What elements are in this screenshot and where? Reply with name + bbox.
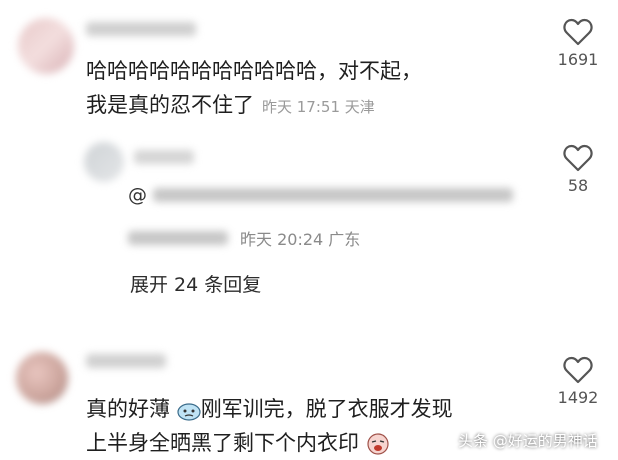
watermark: 头条 @好运的男神话 bbox=[458, 432, 598, 450]
reply-meta-line: 昨天 20:24 广东 bbox=[128, 226, 360, 250]
heart-outline-icon bbox=[563, 18, 593, 46]
like-button[interactable]: 58 bbox=[548, 144, 608, 195]
like-count: 58 bbox=[567, 176, 589, 195]
comment-meta: 昨天 20:24 广东 bbox=[240, 230, 361, 249]
comment-line-text: 上半身全晒黑了剩下个内衣印 bbox=[86, 431, 359, 455]
mention-text bbox=[128, 231, 228, 245]
crying-emoji-icon bbox=[367, 433, 389, 455]
comment-text: 哈哈哈哈哈哈哈哈哈哈哈，对不起， 我是真的忍不住了 昨天 17:51 天津 bbox=[86, 54, 422, 124]
mention-symbol: @ bbox=[128, 184, 147, 206]
comment-line: 上半身全晒黑了剩下个内衣印 bbox=[86, 426, 453, 460]
reply-mention-line: @ bbox=[128, 184, 513, 206]
like-count: 1691 bbox=[557, 50, 599, 69]
comment-line: 哈哈哈哈哈哈哈哈哈哈哈，对不起， bbox=[86, 59, 422, 83]
comment-line: 我是真的忍不住了 昨天 17:51 天津 bbox=[86, 88, 422, 124]
sweat-emoji-icon bbox=[177, 403, 201, 421]
comment-line: 真的好薄 刚军训完，脱了衣服才发现 bbox=[86, 392, 453, 426]
username[interactable] bbox=[86, 354, 166, 368]
mention-text bbox=[153, 188, 513, 202]
like-button[interactable]: 1492 bbox=[548, 356, 608, 407]
avatar[interactable] bbox=[16, 352, 68, 404]
like-count: 1492 bbox=[557, 388, 599, 407]
avatar[interactable] bbox=[18, 18, 74, 74]
comment-meta: 昨天 17:51 天津 bbox=[262, 98, 375, 116]
heart-outline-icon bbox=[563, 144, 593, 172]
username[interactable] bbox=[86, 22, 196, 36]
like-button[interactable]: 1691 bbox=[548, 18, 608, 69]
heart-outline-icon bbox=[563, 356, 593, 384]
comment-text: 真的好薄 刚军训完，脱了衣服才发现 上半身全晒黑了剩下个内衣印 bbox=[86, 392, 453, 460]
expand-replies-button[interactable]: 展开 24 条回复 bbox=[130, 270, 261, 297]
username[interactable] bbox=[134, 150, 194, 164]
avatar[interactable] bbox=[84, 142, 124, 182]
comment-line-text: 刚军训完，脱了衣服才发现 bbox=[200, 397, 453, 421]
comment-line-text: 我是真的忍不住了 bbox=[86, 93, 254, 117]
comment-line-text: 真的好薄 bbox=[86, 397, 170, 421]
